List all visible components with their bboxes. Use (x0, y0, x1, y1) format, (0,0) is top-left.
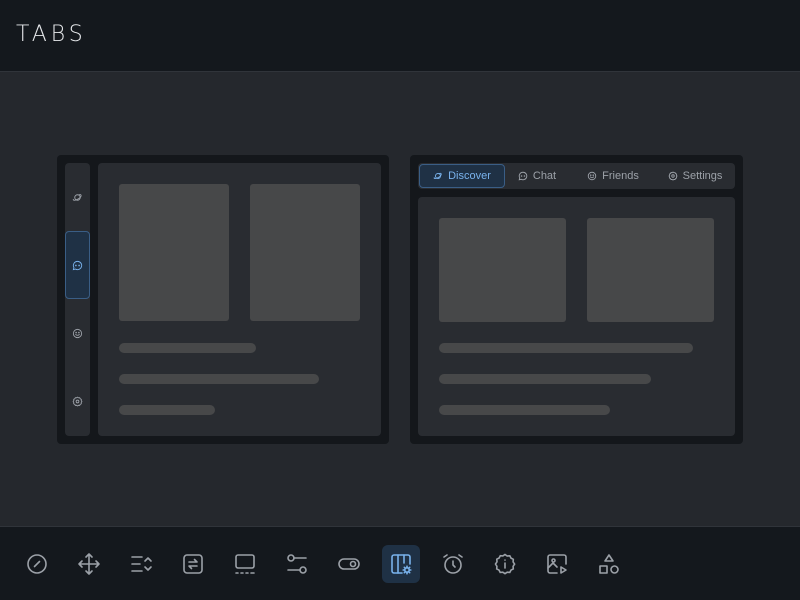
smiley-icon (72, 328, 83, 338)
tab-friends[interactable]: Friends (578, 164, 648, 188)
vertical-tab-settings[interactable] (65, 367, 90, 435)
screen-icon (235, 554, 255, 574)
text-placeholder (439, 374, 651, 384)
image-placeholder (439, 218, 566, 322)
tab-label: Discover (448, 170, 491, 182)
horizontal-tabs-demo: Discover Chat Friends Settings (410, 155, 743, 444)
image-play-button[interactable] (538, 545, 576, 583)
text-placeholder (439, 343, 693, 353)
vertical-tab-list (65, 163, 90, 436)
move-button[interactable] (70, 545, 108, 583)
image-placeholder (587, 218, 714, 322)
tabs-settings-icon (391, 554, 412, 575)
horizontal-tab-panel (418, 197, 735, 436)
shapes-icon (599, 554, 619, 574)
info-badge-icon (494, 553, 516, 575)
screen-button[interactable] (226, 545, 264, 583)
sort-list-button[interactable] (122, 545, 160, 583)
shapes-button[interactable] (590, 545, 628, 583)
sort-list-icon (131, 556, 152, 572)
vertical-tab-chat[interactable] (65, 231, 90, 299)
image-play-icon (547, 554, 567, 574)
vertical-tab-discover[interactable] (65, 163, 90, 231)
alarm-clock-icon (443, 554, 463, 574)
text-placeholder (119, 374, 319, 384)
smiley-icon (587, 171, 597, 181)
slash-circle-icon (27, 554, 47, 574)
alarm-button[interactable] (434, 545, 472, 583)
tab-label: Settings (682, 170, 723, 182)
tab-label: Chat (532, 170, 557, 182)
component-toolbar (0, 526, 800, 600)
vertical-tab-panel (98, 163, 381, 436)
toggle-icon (338, 558, 360, 570)
text-placeholder (119, 343, 256, 353)
swap-button[interactable] (174, 545, 212, 583)
planet-icon (433, 172, 442, 179)
sliders-button[interactable] (278, 545, 316, 583)
tab-chat[interactable]: Chat (508, 164, 566, 188)
move-arrows-icon (78, 553, 100, 575)
chat-icon (518, 171, 528, 181)
tab-settings[interactable]: Settings (658, 164, 732, 188)
vertical-tab-friends[interactable] (65, 299, 90, 367)
planet-icon (72, 193, 82, 201)
text-placeholder (439, 405, 610, 415)
image-placeholder (119, 184, 229, 321)
sliders-icon (287, 554, 307, 574)
tabs-component-button[interactable] (382, 545, 420, 583)
slash-circle-button[interactable] (18, 545, 56, 583)
info-badge-button[interactable] (486, 545, 524, 583)
page-title: TABS (16, 22, 87, 47)
gear-icon (72, 396, 83, 407)
header: TABS (0, 0, 800, 72)
vertical-tabs-demo (57, 155, 389, 444)
image-placeholder (250, 184, 360, 321)
horizontal-tab-list: Discover Chat Friends Settings (418, 163, 735, 189)
gear-icon (668, 171, 678, 181)
toggle-button[interactable] (330, 545, 368, 583)
swap-arrows-icon (183, 554, 203, 574)
tab-label: Friends (602, 170, 639, 182)
chat-icon (72, 260, 83, 270)
tab-discover[interactable]: Discover (419, 164, 505, 188)
text-placeholder (119, 405, 215, 415)
